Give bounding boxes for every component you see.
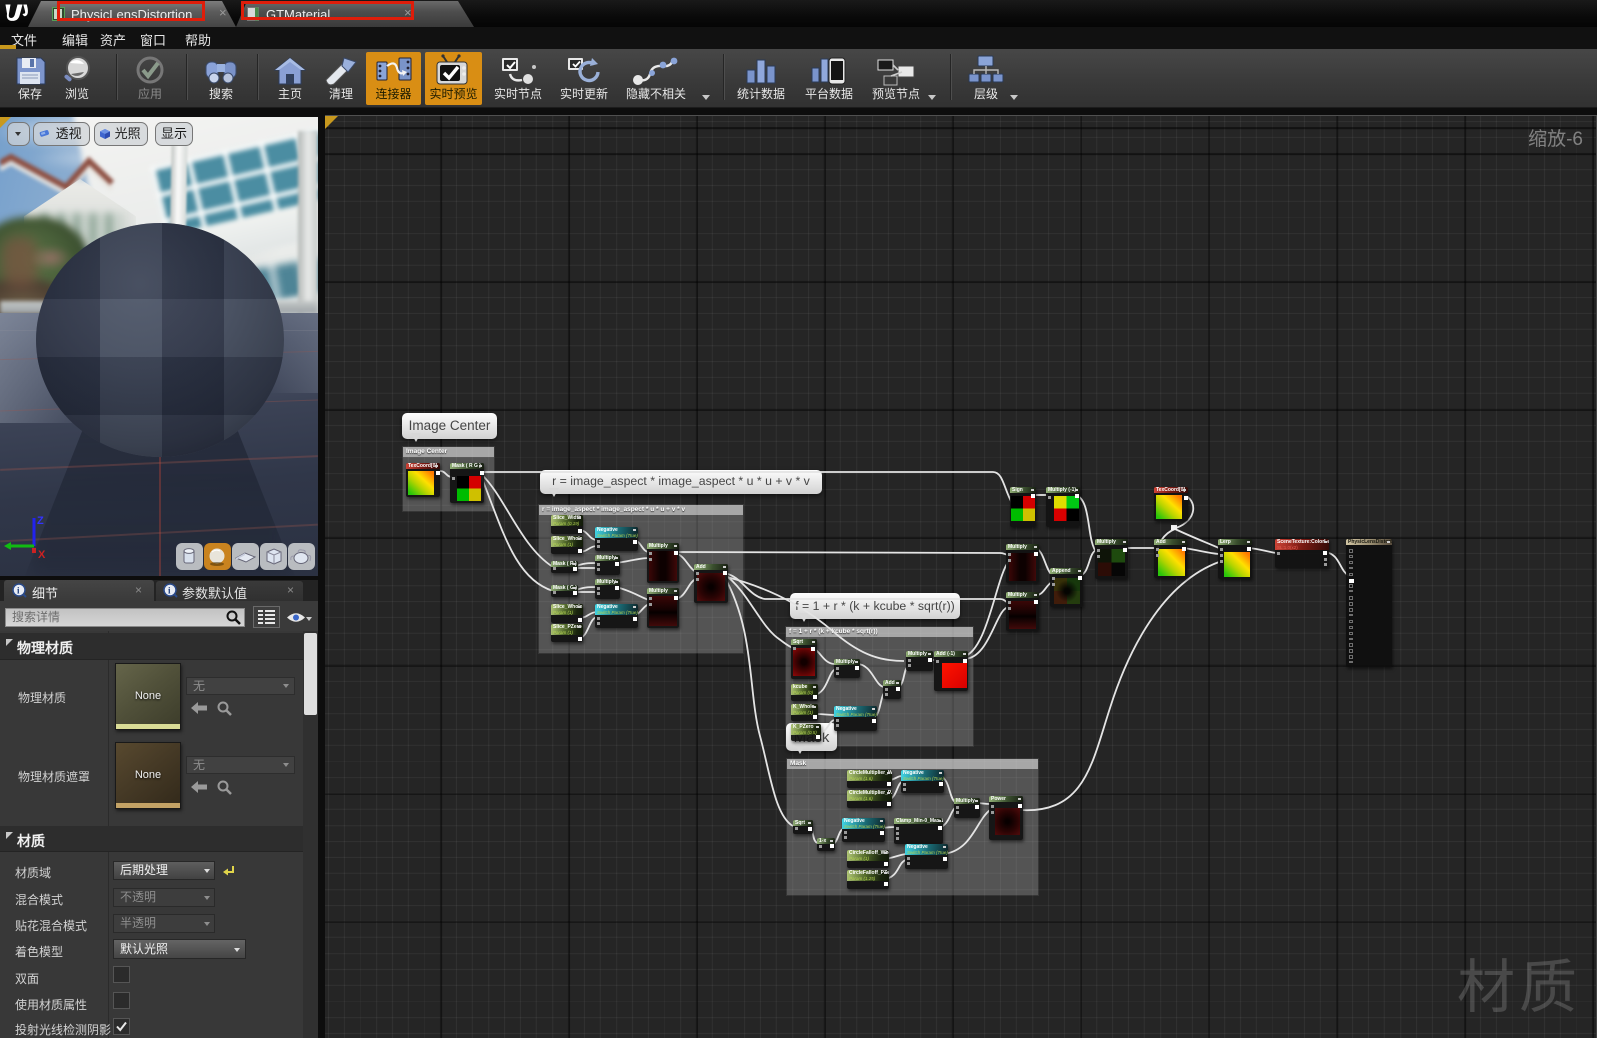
svg-text:Z: Z: [37, 515, 44, 527]
svg-text:X: X: [38, 549, 46, 560]
